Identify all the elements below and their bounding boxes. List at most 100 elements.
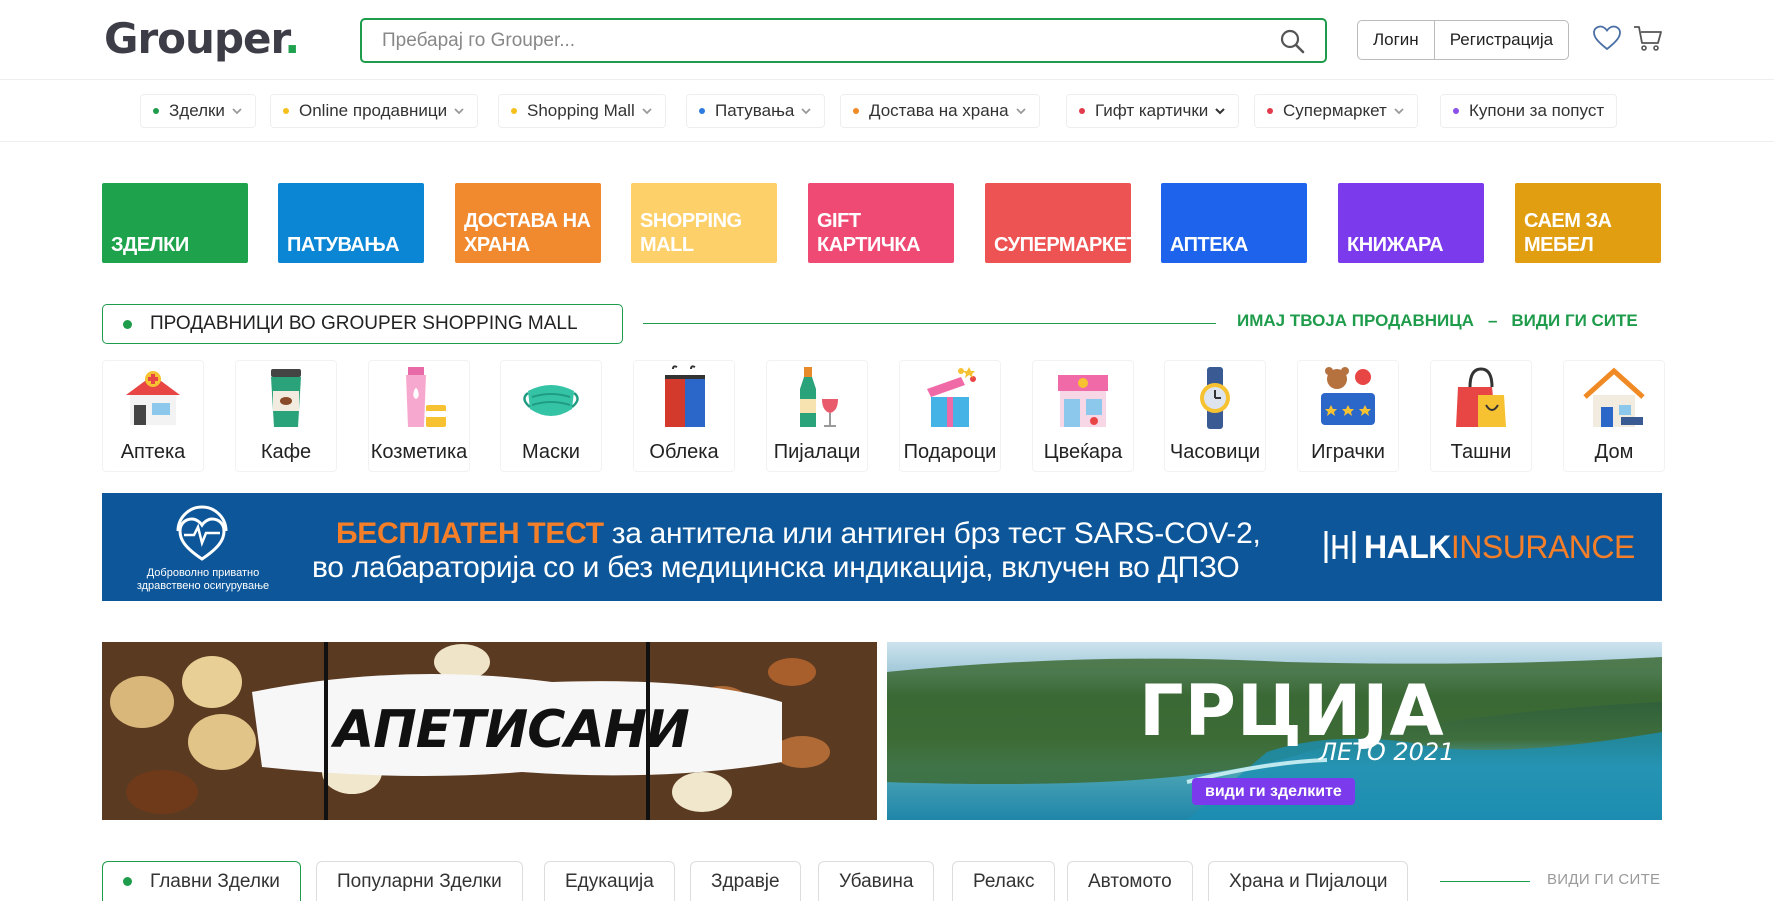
chevron-down-icon [454, 108, 464, 115]
nav-bullet [153, 108, 159, 114]
insurance-banner[interactable]: Доброволно приватно здравствено осигурув… [102, 493, 1662, 601]
shops-section-title: ПРОДАВНИЦИ ВО GROUPER SHOPPING MALL [102, 304, 623, 344]
cart-icon[interactable] [1632, 22, 1664, 54]
nav-item-label: Супермаркет [1283, 101, 1387, 120]
title-bullet [123, 319, 132, 329]
banner-line-1: БЕСПЛАТЕН ТЕСТ за антитела или антиген б… [336, 517, 1261, 551]
category-label: Дом [1594, 441, 1634, 463]
nav-item-online-shops[interactable]: Online продавници [270, 94, 479, 128]
nav-item-label: Достава на храна [869, 101, 1009, 120]
banner-highlight: БЕСПЛАТЕН ТЕСТ [336, 517, 604, 550]
divider-line [643, 323, 1216, 324]
category-drinks[interactable]: Пијалаци [766, 360, 868, 472]
tile-bookstore[interactable]: КНИЖАРА [1338, 183, 1484, 263]
tab-main-deals[interactable]: Главни Зделки [102, 861, 301, 901]
promo-greece[interactable]: ГРЦИЈА ЛЕТО 2021 види ги зделките [887, 642, 1662, 820]
category-label: Ташни [1450, 441, 1512, 463]
nav-item-shopping-mall[interactable]: Shopping Mall [498, 94, 666, 128]
link-separator: – [1487, 311, 1498, 330]
category-flower-shop[interactable]: Цвеќара [1032, 360, 1134, 472]
own-shop-link[interactable]: ИМАЈ ТВОЈА ПРОДАВНИЦА [1237, 311, 1474, 331]
nav-bullet [511, 108, 517, 114]
toys-icon [1321, 367, 1375, 425]
heart-icon[interactable] [1591, 22, 1623, 54]
category-label: Облека [649, 441, 719, 463]
brand-insurance: INSURANCE [1450, 529, 1635, 565]
category-watches[interactable]: Часовици [1164, 360, 1266, 472]
tab-popular-deals[interactable]: Популарни Зделки [316, 861, 523, 901]
category-masks[interactable]: Маски [500, 360, 602, 472]
deals-tabs: Главни Зделки Популарни Зделки Едукација… [0, 861, 1774, 901]
tab-health[interactable]: Здравје [690, 861, 801, 901]
register-button[interactable]: Регистрација [1433, 21, 1568, 59]
category-label: Подароци [903, 441, 997, 463]
banner-line-2: во лабараторија со и без медицинска инди… [312, 551, 1240, 584]
see-all-shops-link[interactable]: ВИДИ ГИ СИТЕ [1511, 311, 1637, 331]
category-cosmetics[interactable]: Козметика [368, 360, 470, 472]
category-gifts[interactable]: Подароци [899, 360, 1001, 472]
banner-line-1-rest: за антитела или антиген брз тест SARS-CO… [603, 517, 1261, 550]
cosmetics-icon [406, 367, 446, 427]
tab-food-drinks[interactable]: Храна и Пијалоци [1208, 861, 1409, 901]
category-coffee[interactable]: Кафе [235, 360, 337, 472]
house-icon [1583, 367, 1645, 427]
category-label: Аптека [120, 441, 186, 463]
nav-bullet [1267, 108, 1273, 114]
brand-halk: HALK [1364, 529, 1451, 565]
category-label: Кафе [260, 441, 312, 463]
chevron-down-icon [1015, 108, 1026, 115]
tile-deals[interactable]: ЗДЕЛКИ [102, 183, 248, 263]
tile-gift-card[interactable]: GIFT КАРТИЧКА [808, 183, 954, 263]
nav-item-food-delivery[interactable]: Достава на храна [840, 94, 1040, 128]
nav-item-coupons[interactable]: Купони за попуст [1440, 94, 1618, 128]
gift-icon [927, 367, 976, 427]
nav-item-travel[interactable]: Патувања [686, 94, 826, 128]
tab-label: Главни Зделки [150, 870, 280, 892]
watch-icon [1200, 367, 1230, 429]
logo-dot: . [284, 14, 300, 63]
handbag-icon [1456, 367, 1506, 427]
tab-automoto[interactable]: Автомото [1067, 861, 1193, 901]
category-home[interactable]: Дом [1563, 360, 1665, 472]
nav-bullet [853, 108, 859, 114]
coffee-cup-icon [271, 369, 301, 427]
tile-supermarket[interactable]: СУПЕРМАРКЕТ [985, 183, 1131, 263]
see-deals-button[interactable]: види ги зделките [1192, 778, 1355, 805]
nav-item-label: Патувања [715, 101, 795, 120]
search-input[interactable] [362, 20, 1242, 61]
nav-item-supermarket[interactable]: Супермаркет [1254, 94, 1418, 128]
search-icon[interactable] [1279, 28, 1305, 54]
grouper-logo[interactable]: Grouper. [104, 14, 300, 63]
tile-furniture-fair[interactable]: САЕМ ЗА МЕБЕЛ [1515, 183, 1661, 263]
category-handbags[interactable]: Ташни [1430, 360, 1532, 472]
tab-education[interactable]: Едукација [544, 861, 675, 901]
tile-food-delivery[interactable]: ДОСТАВА НА ХРАНА [455, 183, 601, 263]
chevron-down-icon [1394, 108, 1404, 115]
chevron-down-icon [232, 108, 242, 115]
chevron-down-icon [801, 108, 811, 115]
category-label: Маски [522, 441, 580, 463]
tab-relax[interactable]: Релакс [952, 861, 1056, 901]
category-pharmacy[interactable]: Аптека [102, 360, 204, 472]
appetizers-title: АПЕТИСАНИ [334, 700, 690, 760]
search-bar [360, 18, 1327, 63]
category-label: Играчки [1311, 441, 1385, 463]
tile-pharmacy[interactable]: АПТЕКА [1161, 183, 1307, 263]
drinks-icon [800, 367, 838, 427]
shops-title-text: ПРОДАВНИЦИ ВО GROUPER SHOPPING MALL [150, 313, 578, 334]
promo-appetizers[interactable]: АПЕТИСАНИ [102, 642, 877, 820]
nav-item-label: Купони за попуст [1469, 101, 1605, 120]
tile-travel[interactable]: ПАТУВАЊА [278, 183, 424, 263]
tile-shopping-mall[interactable]: SHOPPING MALL [631, 183, 777, 263]
chevron-down-icon [642, 108, 652, 115]
category-toys[interactable]: Играчки [1297, 360, 1399, 472]
heart-pulse-icon [176, 505, 228, 561]
category-clothing[interactable]: Облека [633, 360, 735, 472]
see-all-deals-link[interactable]: ВИДИ ГИ СИТЕ [1547, 871, 1660, 888]
shops-links: ИМАЈ ТВОЈА ПРОДАВНИЦА – ВИДИ ГИ СИТЕ [1237, 311, 1638, 331]
nav-item-gift-cards[interactable]: Гифт картички [1066, 94, 1240, 128]
pharmacy-icon [126, 371, 180, 425]
tab-beauty[interactable]: Убавина [818, 861, 935, 901]
login-button[interactable]: Логин [1358, 21, 1434, 59]
nav-item-deals[interactable]: Зделки [140, 94, 256, 128]
